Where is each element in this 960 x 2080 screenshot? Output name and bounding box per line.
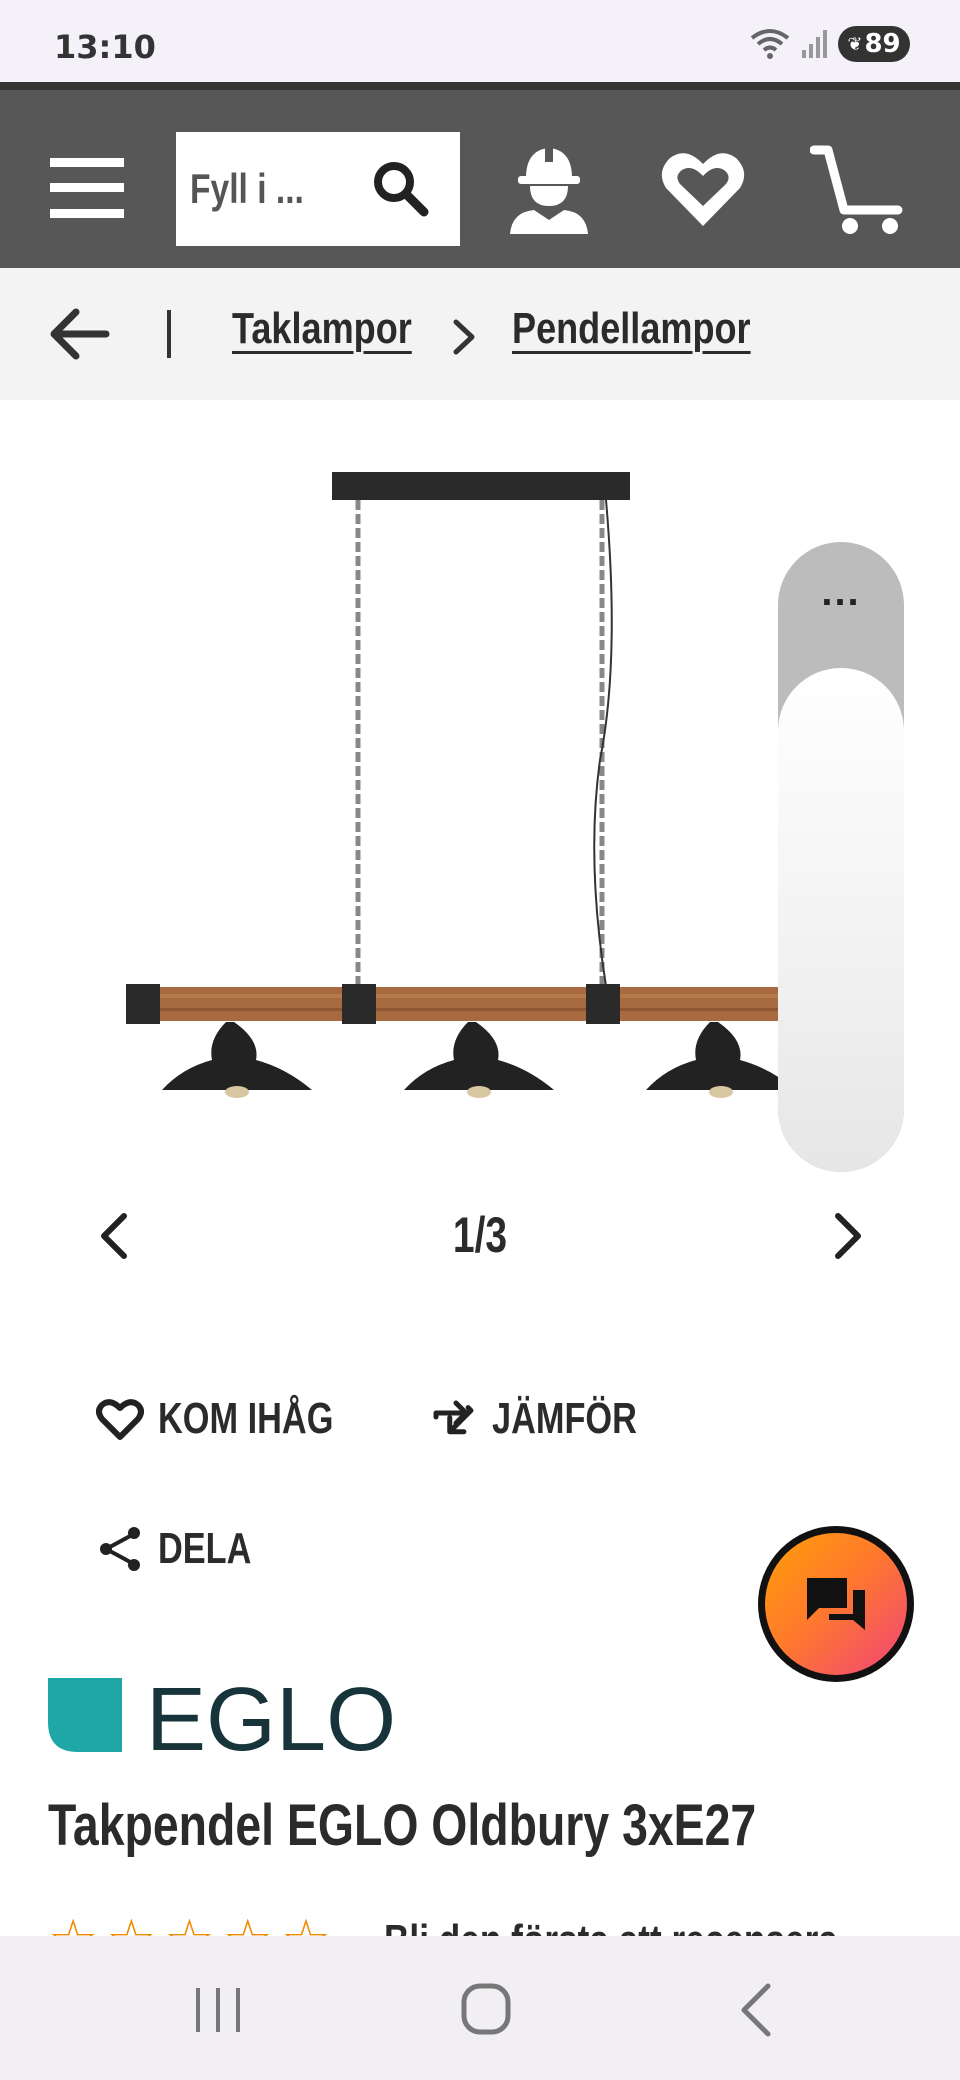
battery-level: 89 [864, 29, 901, 59]
share-label: DELA [158, 1524, 252, 1573]
more-options-icon[interactable]: ... [778, 572, 904, 612]
gallery-next-button[interactable] [830, 1212, 866, 1260]
signal-icon [802, 30, 827, 58]
search-box[interactable] [176, 132, 460, 246]
shopping-cart-icon[interactable] [810, 140, 910, 236]
system-navigation-bar [0, 1936, 960, 2080]
wifi-icon [750, 29, 790, 59]
product-image-pendant-lamp[interactable] [100, 460, 780, 1140]
video-pane[interactable] [778, 668, 904, 1172]
recent-apps-icon[interactable] [186, 1982, 250, 2038]
svg-text:EGLO: EGLO [146, 1672, 396, 1754]
share-icon [100, 1527, 140, 1571]
breadcrumb-link-taklampor[interactable]: Taklampor [232, 304, 412, 354]
breadcrumb-link-pendellampor[interactable]: Pendellampor [512, 304, 751, 354]
back-icon[interactable] [726, 1982, 790, 2038]
gallery-counter: 1/3 [452, 1207, 508, 1263]
compare-label: JÄMFÖR [492, 1394, 637, 1443]
brand-logo-eglo[interactable]: EGLO [48, 1672, 412, 1754]
status-icons: ❦ 89 [750, 26, 910, 62]
chevron-right-icon [453, 319, 475, 355]
top-navigation [0, 82, 960, 268]
account-worker-icon[interactable] [504, 140, 594, 236]
breadcrumb: Taklampor Pendellampor [0, 268, 960, 400]
wishlist-heart-icon[interactable] [658, 140, 748, 236]
remember-label: KOM IHÅG [158, 1394, 334, 1443]
leaf-icon: ❦ [847, 33, 863, 55]
back-arrow-icon[interactable] [48, 308, 110, 360]
chat-icon [807, 1578, 865, 1630]
gallery-previous-button[interactable] [96, 1212, 132, 1260]
status-time: 13:10 [54, 28, 156, 66]
compare-arrows-icon [433, 1400, 474, 1435]
home-icon[interactable] [454, 1982, 518, 2038]
compare-button[interactable]: JÄMFÖR [430, 1394, 678, 1444]
chat-button[interactable] [758, 1526, 914, 1682]
hamburger-menu-icon[interactable] [50, 156, 124, 220]
battery-indicator: ❦ 89 [838, 26, 910, 62]
breadcrumb-divider [167, 310, 171, 358]
search-input[interactable] [190, 165, 318, 213]
remember-button[interactable]: KOM IHÅG [96, 1394, 383, 1444]
search-icon[interactable] [370, 158, 430, 218]
share-button[interactable]: DELA [96, 1524, 278, 1574]
heart-outline-icon [96, 1399, 144, 1440]
product-title: Takpendel EGLO Oldbury 3xE27 [48, 1793, 757, 1858]
video-overlay[interactable]: ... [778, 542, 904, 1172]
status-bar: 13:10 ❦ 89 [0, 0, 960, 82]
